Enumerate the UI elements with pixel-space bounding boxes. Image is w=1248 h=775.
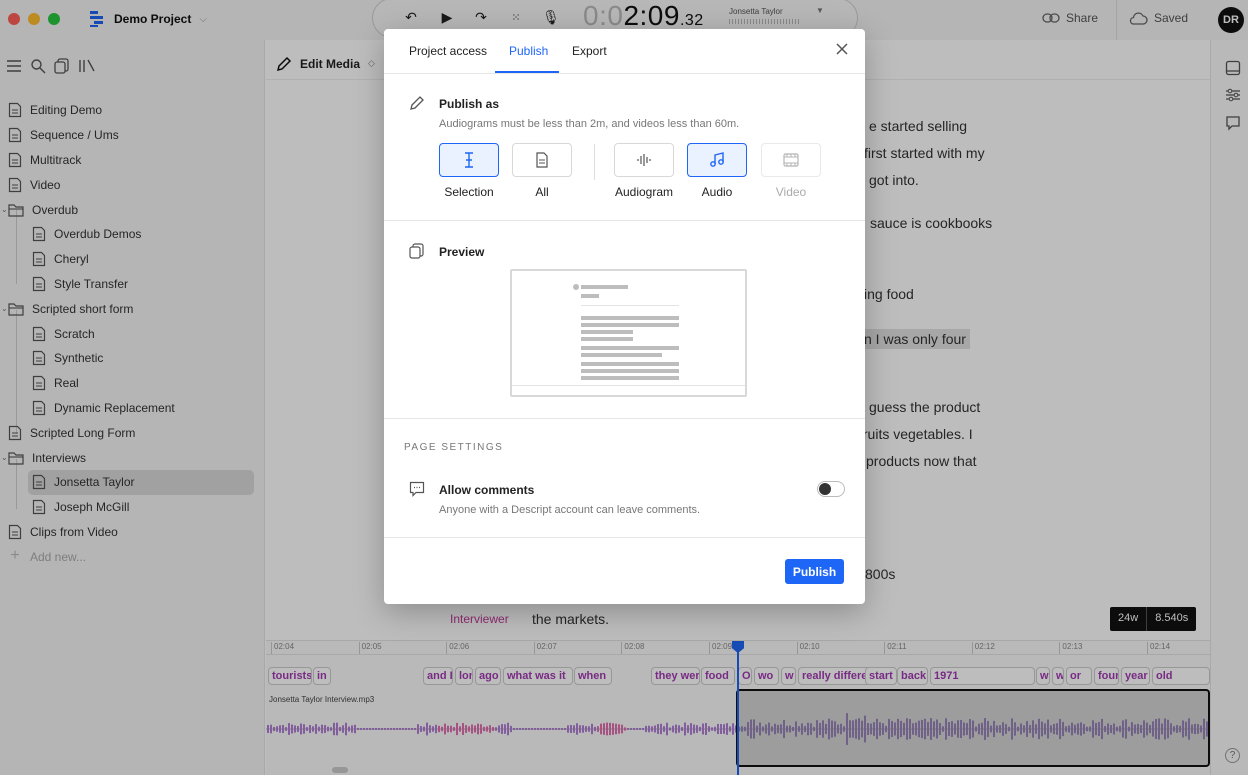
publish-preview xyxy=(510,269,747,397)
film-icon xyxy=(783,153,799,167)
document-icon xyxy=(536,152,548,168)
preview-title: Preview xyxy=(439,245,485,259)
preview-line xyxy=(581,369,679,373)
divider xyxy=(384,220,865,221)
tab-publish[interactable]: Publish xyxy=(509,44,548,58)
preview-divider xyxy=(581,305,679,306)
divider xyxy=(384,418,865,419)
waveform-icon xyxy=(637,154,651,166)
publish-type-selection[interactable] xyxy=(439,143,499,177)
toggle-knob xyxy=(819,483,831,495)
publish-button[interactable]: Publish xyxy=(785,559,844,584)
text-cursor-icon xyxy=(465,152,473,168)
allow-comments-toggle[interactable] xyxy=(817,481,845,497)
comment-icon xyxy=(409,481,425,497)
publish-type-audio[interactable] xyxy=(687,143,747,177)
publish-type-label: Audiogram xyxy=(614,185,674,199)
preview-line xyxy=(581,337,633,341)
preview-line xyxy=(581,346,679,350)
close-icon[interactable] xyxy=(834,41,850,57)
copy-icon xyxy=(409,243,424,259)
preview-line xyxy=(581,285,628,289)
publish-as-subtitle: Audiograms must be less than 2m, and vid… xyxy=(439,118,740,130)
publish-as-title: Publish as xyxy=(439,97,500,111)
publish-dialog: Project access Publish Export Publish as… xyxy=(384,29,865,604)
preview-line xyxy=(581,330,633,334)
preview-line xyxy=(581,294,599,298)
publish-type-video[interactable] xyxy=(761,143,821,177)
allow-comments-subtitle: Anyone with a Descript account can leave… xyxy=(439,504,701,516)
publish-type-label: Audio xyxy=(701,185,733,199)
active-tab-indicator xyxy=(495,71,559,73)
dialog-tabs: Project access Publish Export xyxy=(384,29,865,74)
preview-line xyxy=(581,323,679,327)
preview-avatar xyxy=(573,284,579,290)
pencil-icon xyxy=(410,96,424,110)
preview-footer xyxy=(512,385,745,395)
page-settings-header: PAGE SETTINGS xyxy=(404,442,504,453)
tab-project-access[interactable]: Project access xyxy=(409,44,487,58)
publish-type-audiogram[interactable] xyxy=(614,143,674,177)
music-note-icon xyxy=(710,152,724,167)
publish-type-label: Selection xyxy=(444,185,494,199)
preview-line xyxy=(581,353,662,357)
publish-type-label: All xyxy=(535,185,549,199)
publish-type-label: Video xyxy=(775,185,807,199)
preview-line xyxy=(581,376,679,380)
allow-comments-title: Allow comments xyxy=(439,483,535,497)
divider xyxy=(384,537,865,538)
publish-type-all[interactable] xyxy=(512,143,572,177)
tab-export[interactable]: Export xyxy=(572,44,607,58)
preview-line xyxy=(581,316,679,320)
divider xyxy=(594,144,595,180)
preview-line xyxy=(581,362,679,366)
